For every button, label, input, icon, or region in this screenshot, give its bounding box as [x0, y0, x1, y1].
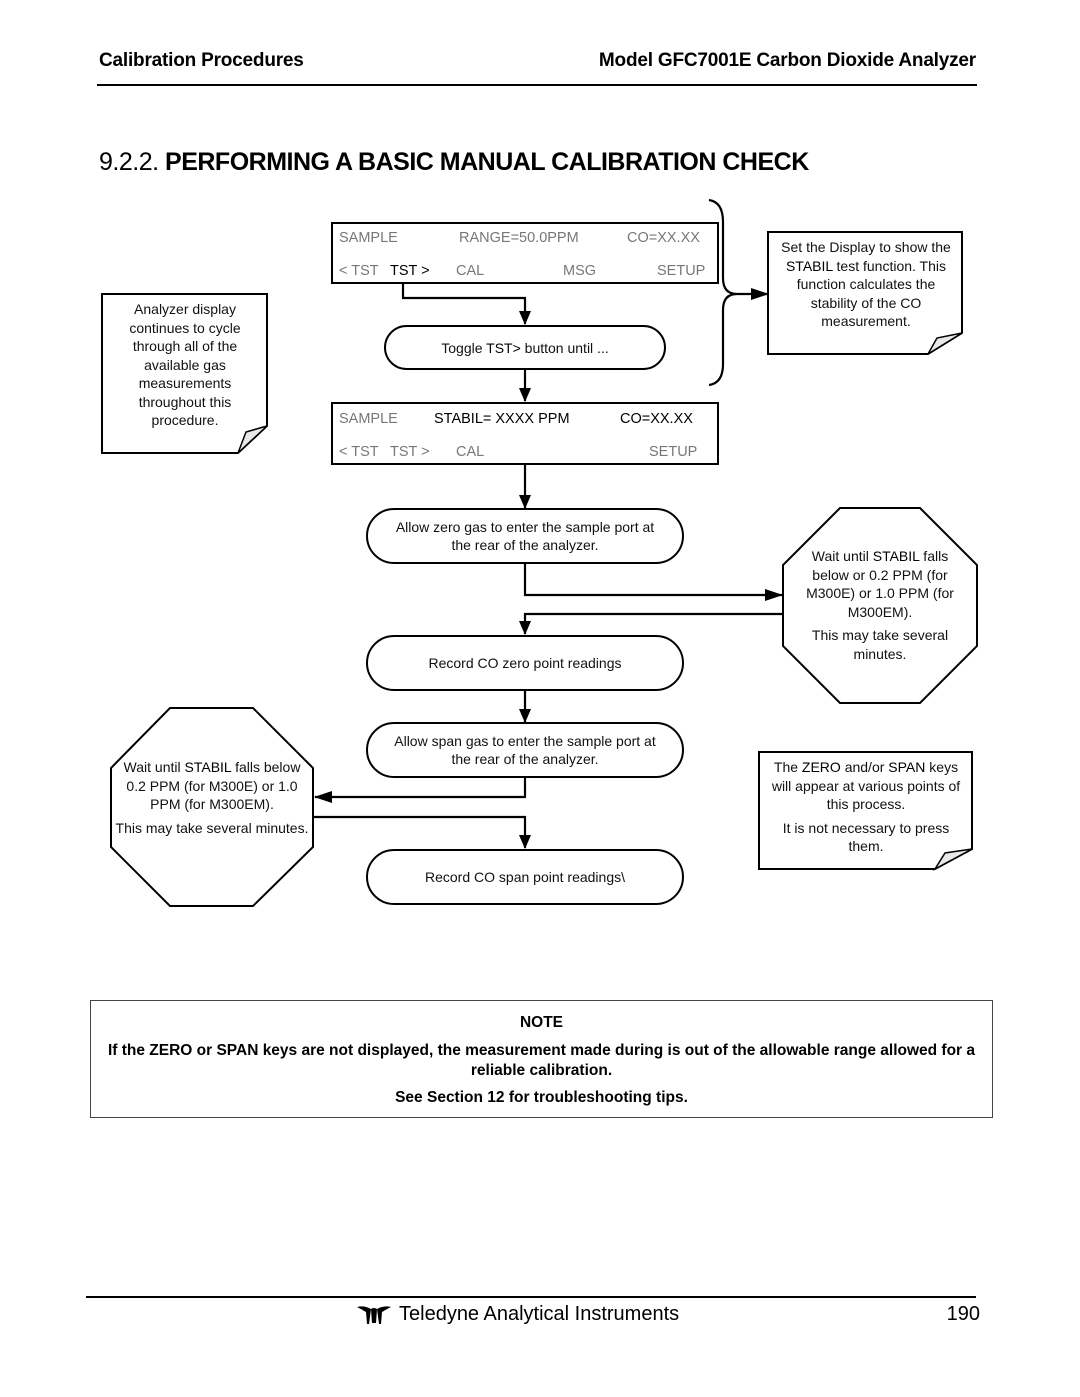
arrow-tst-to-toggle: [401, 282, 531, 325]
display1-co-value: CO=XX.XX: [627, 230, 700, 246]
display1-btn-next-tst[interactable]: TST >: [390, 263, 430, 279]
display1-btn-msg[interactable]: MSG: [563, 263, 596, 279]
display2-btn-next-tst[interactable]: TST >: [390, 444, 430, 460]
callout-wait-span-text: Wait until STABIL falls below 0.2 PPM (f…: [115, 759, 309, 836]
tst-key-label: TST>: [486, 339, 521, 356]
display2-btn-prev-tst[interactable]: < TST: [339, 444, 379, 460]
callout-cycle-text: Analyzer display continues to cycle thro…: [129, 301, 241, 428]
arrow-zerogas-to-wait: [523, 563, 783, 601]
flowchart-connectors: [101, 198, 978, 907]
display2-mode: SAMPLE: [339, 411, 398, 427]
arrow-wait-to-recordspan: [313, 815, 531, 849]
zero-key: ZERO: [801, 759, 841, 775]
footer-brand: Teledyne Analytical Instruments: [355, 1303, 679, 1326]
display1-mode: SAMPLE: [339, 230, 398, 246]
teledyne-logo-icon: [357, 1305, 391, 1324]
note-see-section: See Section 12 for troubleshooting tips.: [395, 1089, 688, 1106]
callout-wait-zero-text: Wait until STABIL falls below or 0.2 PPM…: [806, 548, 954, 662]
step-zero-gas: Allow zero gas to enter the sample port …: [366, 508, 684, 564]
display1-btn-cal[interactable]: CAL: [456, 263, 484, 279]
display2-btn-setup[interactable]: SETUP: [649, 444, 697, 460]
footer-brand-text: Teledyne Analytical Instruments: [399, 1303, 680, 1325]
stabil-key: STABIL: [872, 548, 920, 564]
note-box: NOTE If the ZERO or SPAN keys are not di…: [90, 1000, 993, 1118]
display2-stabil: STABIL= XXXX PPM: [434, 411, 570, 427]
step-toggle-tst: Toggle TST> button until ...: [384, 325, 666, 370]
callout-keys-text: The ZERO and/or SPAN keys will appear at…: [771, 759, 961, 854]
arrow-spangas-to-wait: [314, 777, 527, 803]
stabil-key: STABIL: [184, 759, 232, 775]
step-span-gas: Allow span gas to enter the sample port …: [366, 722, 684, 778]
stabil-key: STABIL: [785, 257, 833, 274]
display1-btn-prev-tst[interactable]: < TST: [339, 263, 379, 279]
display-panel-1: SAMPLE RANGE=50.0PPM CO=XX.XX < TST TST …: [331, 222, 719, 284]
step-record-zero: Record CO zero point readings: [366, 635, 684, 691]
note-body: If the ZERO or SPAN keys are not display…: [107, 1042, 976, 1079]
display-panel-2: SAMPLE STABIL= XXXX PPM CO=XX.XX < TST T…: [331, 402, 719, 465]
step-toggle-text: Toggle TST> button until ...: [441, 339, 609, 356]
note-title: NOTE: [519, 1014, 564, 1031]
display1-range: RANGE=50.0PPM: [459, 230, 579, 246]
callout-stabil-text: Set the Display to show the STABIL test …: [781, 239, 951, 329]
span-key: SPAN: [888, 759, 926, 775]
arrow-wait-to-recordzero: [519, 612, 782, 635]
display1-btn-setup[interactable]: SETUP: [657, 263, 705, 279]
display2-btn-cal[interactable]: CAL: [456, 444, 484, 460]
page-number: 190: [946, 1303, 980, 1325]
footer-rule: [86, 1296, 976, 1298]
step-record-span: Record CO span point readings\: [366, 849, 684, 905]
display2-co-value: CO=XX.XX: [620, 411, 693, 427]
